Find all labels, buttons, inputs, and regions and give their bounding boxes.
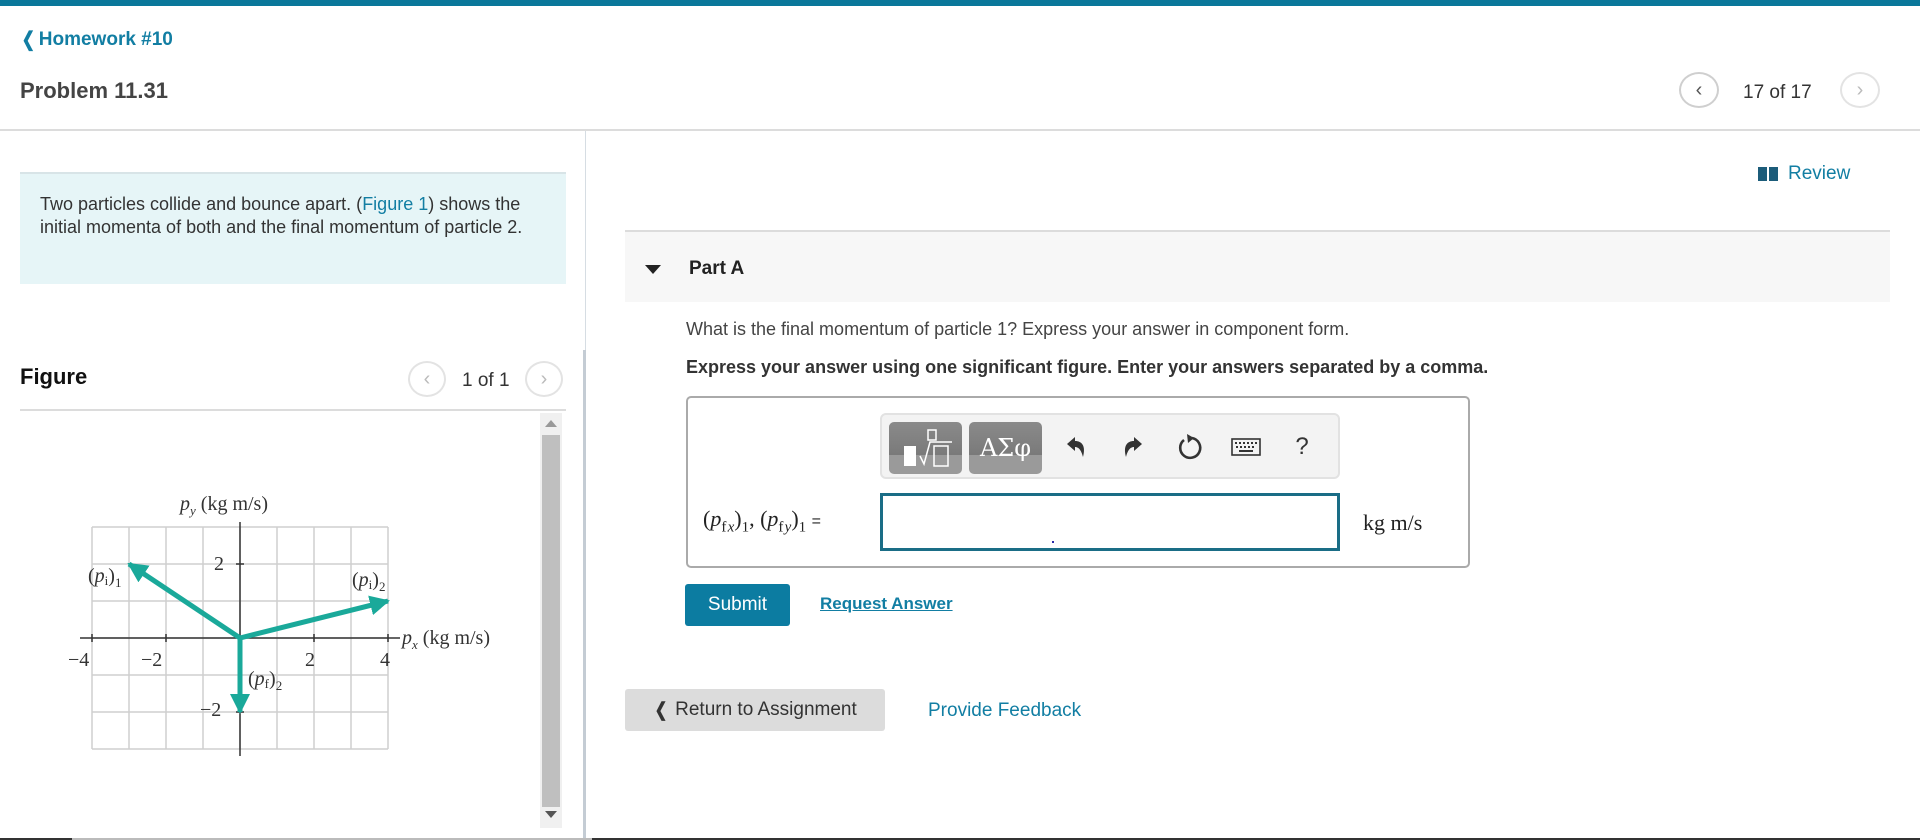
back-link-label: Homework #10	[38, 28, 173, 50]
figure-scrollbar[interactable]	[540, 413, 562, 828]
intro-text-before: Two particles collide and bounce apart. …	[40, 194, 363, 214]
figure-pager-text: 1 of 1	[462, 370, 510, 391]
answer-input[interactable]	[880, 493, 1340, 551]
part-a-header[interactable]: Part A	[625, 230, 1890, 302]
answer-box: ΑΣφ ? (pf x)1, (pf y)1 = kg m/s	[686, 396, 1470, 568]
keyboard-icon	[1231, 438, 1261, 456]
back-to-homework-link[interactable]: ❮ Homework #10	[20, 27, 173, 52]
math-toolbar: ΑΣφ ?	[880, 413, 1340, 479]
previous-figure-button[interactable]: ‹	[408, 361, 446, 397]
y-tick-label: −2	[200, 699, 221, 721]
vector-label-pi2: (pi)2	[352, 569, 385, 594]
reset-button[interactable]	[1173, 427, 1207, 467]
previous-problem-button[interactable]: ‹	[1679, 72, 1719, 108]
input-caret	[1052, 541, 1054, 543]
x-tick-label: −2	[141, 649, 162, 671]
chevron-right-icon: ›	[540, 367, 548, 390]
scrollbar-thumb[interactable]	[542, 435, 560, 807]
templates-icon	[903, 429, 952, 467]
question-text: What is the final momentum of particle 1…	[686, 319, 1350, 339]
return-label: Return to Assignment	[675, 699, 857, 720]
chevron-left-icon: ‹	[1695, 78, 1703, 101]
part-label: Part A	[689, 258, 745, 279]
x-tick-label: 2	[305, 649, 315, 671]
keyboard-button[interactable]	[1229, 427, 1263, 467]
review-link[interactable]: Review	[1758, 163, 1850, 185]
undo-button[interactable]	[1059, 427, 1093, 467]
chevron-right-icon: ›	[1856, 78, 1864, 101]
chevron-left-icon: ‹	[423, 367, 431, 390]
top-accent-bar	[0, 0, 1920, 6]
instruction-text: Express your answer using one significan…	[686, 357, 1489, 377]
equation-label: (pf x)1, (pf y)1 =	[703, 506, 821, 536]
figure-link[interactable]: Figure 1	[362, 194, 428, 214]
review-label: Review	[1788, 163, 1851, 184]
undo-icon	[1067, 437, 1085, 457]
provide-feedback-link[interactable]: Provide Feedback	[928, 700, 1081, 722]
help-button[interactable]: ?	[1285, 427, 1319, 467]
vector-label-pi1: (pi)1	[88, 565, 121, 590]
reset-icon	[1178, 434, 1202, 460]
submit-button[interactable]: Submit	[685, 584, 790, 626]
redo-button[interactable]	[1116, 427, 1150, 467]
return-to-assignment-button[interactable]: ❮ Return to Assignment	[625, 689, 885, 731]
request-answer-link[interactable]: Request Answer	[820, 594, 953, 614]
templates-button[interactable]	[889, 422, 962, 474]
book-icon	[1758, 167, 1778, 181]
scroll-up-arrow-icon[interactable]	[545, 420, 557, 427]
chevron-left-icon: ❮	[21, 29, 36, 51]
problem-intro: Two particles collide and bounce apart. …	[20, 172, 566, 284]
momentum-diagram: py (kg m/s) px (kg m/s) −4 −2 2 4 2 −2 (…	[68, 493, 490, 756]
chevron-left-icon: ❮	[654, 699, 668, 721]
next-problem-button[interactable]: ›	[1840, 72, 1880, 108]
y-axis-label: py (kg m/s)	[178, 493, 268, 518]
scroll-down-arrow-icon[interactable]	[545, 811, 557, 818]
figure-divider	[20, 409, 566, 411]
problem-title: Problem 11.31	[20, 78, 168, 103]
symbols-button[interactable]: ΑΣφ	[969, 422, 1042, 474]
y-tick-label: 2	[214, 553, 224, 575]
figure-title: Figure	[20, 364, 88, 389]
problem-pager-text: 17 of 17	[1743, 82, 1812, 103]
x-tick-label: −4	[68, 649, 89, 671]
x-axis-label: px (kg m/s)	[400, 627, 490, 652]
caret-down-icon	[645, 265, 661, 274]
x-tick-label: 4	[380, 649, 390, 671]
header-divider	[0, 129, 1920, 131]
units-label: kg m/s	[1363, 510, 1423, 535]
next-figure-button[interactable]: ›	[525, 361, 563, 397]
redo-icon	[1124, 437, 1142, 457]
column-resize-handle[interactable]	[583, 350, 586, 840]
